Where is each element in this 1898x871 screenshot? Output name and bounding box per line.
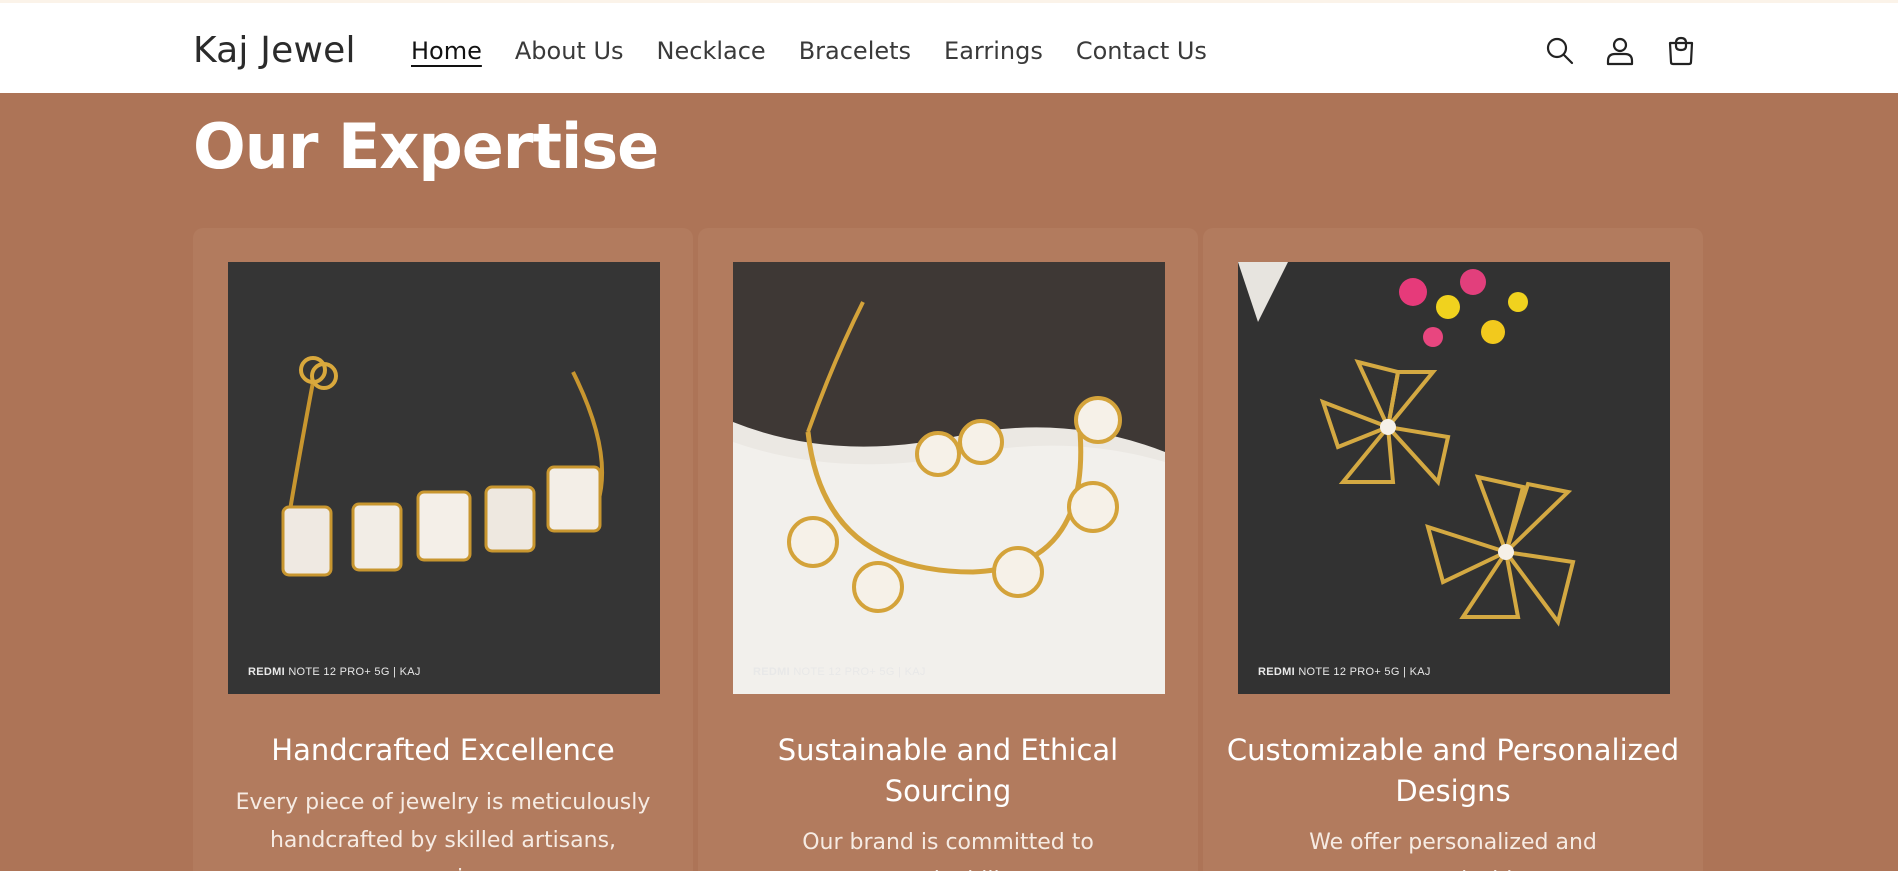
- expertise-card: REDMI NOTE 12 PRO+ 5G | KAJ Customizable…: [1203, 228, 1703, 871]
- photo-watermark: REDMI NOTE 12 PRO+ 5G | KAJ: [1258, 666, 1431, 678]
- card-text: Our brand is committed to sustainability: [802, 830, 1094, 871]
- card-text: Every piece of jewelry is meticulously h…: [235, 790, 651, 871]
- card-title: Customizable and Personalized Designs: [1226, 733, 1680, 808]
- pearl-bracelet-photo: REDMI NOTE 12 PRO+ 5G | KAJ: [228, 262, 660, 694]
- nav-about-us[interactable]: About Us: [515, 37, 624, 65]
- nav-home[interactable]: Home: [411, 37, 482, 65]
- search-icon[interactable]: [1544, 35, 1576, 67]
- brand-logo[interactable]: Kaj Jewel: [193, 30, 356, 71]
- site-header: Kaj Jewel Home About Us Necklace Bracele…: [0, 0, 1898, 93]
- photo-watermark: REDMI NOTE 12 PRO+ 5G | KAJ: [753, 666, 926, 678]
- expertise-card: REDMI NOTE 12 PRO+ 5G | KAJ Handcrafted …: [193, 228, 693, 871]
- expertise-card: REDMI NOTE 12 PRO+ 5G | KAJ Sustainable …: [698, 228, 1198, 871]
- main-nav: Home About Us Necklace Bracelets Earring…: [411, 37, 1240, 65]
- nav-contact-us[interactable]: Contact Us: [1076, 37, 1207, 65]
- card-title: Sustainable and Ethical Sourcing: [777, 733, 1119, 808]
- card-title: Handcrafted Excellence: [271, 733, 615, 767]
- flower-earrings-photo: REDMI NOTE 12 PRO+ 5G | KAJ: [1238, 262, 1670, 694]
- section-title: Our Expertise: [193, 110, 659, 183]
- nav-bracelets[interactable]: Bracelets: [799, 37, 911, 65]
- account-icon[interactable]: [1604, 35, 1636, 67]
- photo-watermark: REDMI NOTE 12 PRO+ 5G | KAJ: [248, 666, 421, 678]
- nav-earrings[interactable]: Earrings: [944, 37, 1043, 65]
- card-text: We offer personalized and customizable: [1309, 830, 1597, 871]
- cart-icon[interactable]: [1665, 35, 1697, 67]
- nav-necklace[interactable]: Necklace: [657, 37, 766, 65]
- pearl-necklace-photo: REDMI NOTE 12 PRO+ 5G | KAJ: [733, 262, 1165, 694]
